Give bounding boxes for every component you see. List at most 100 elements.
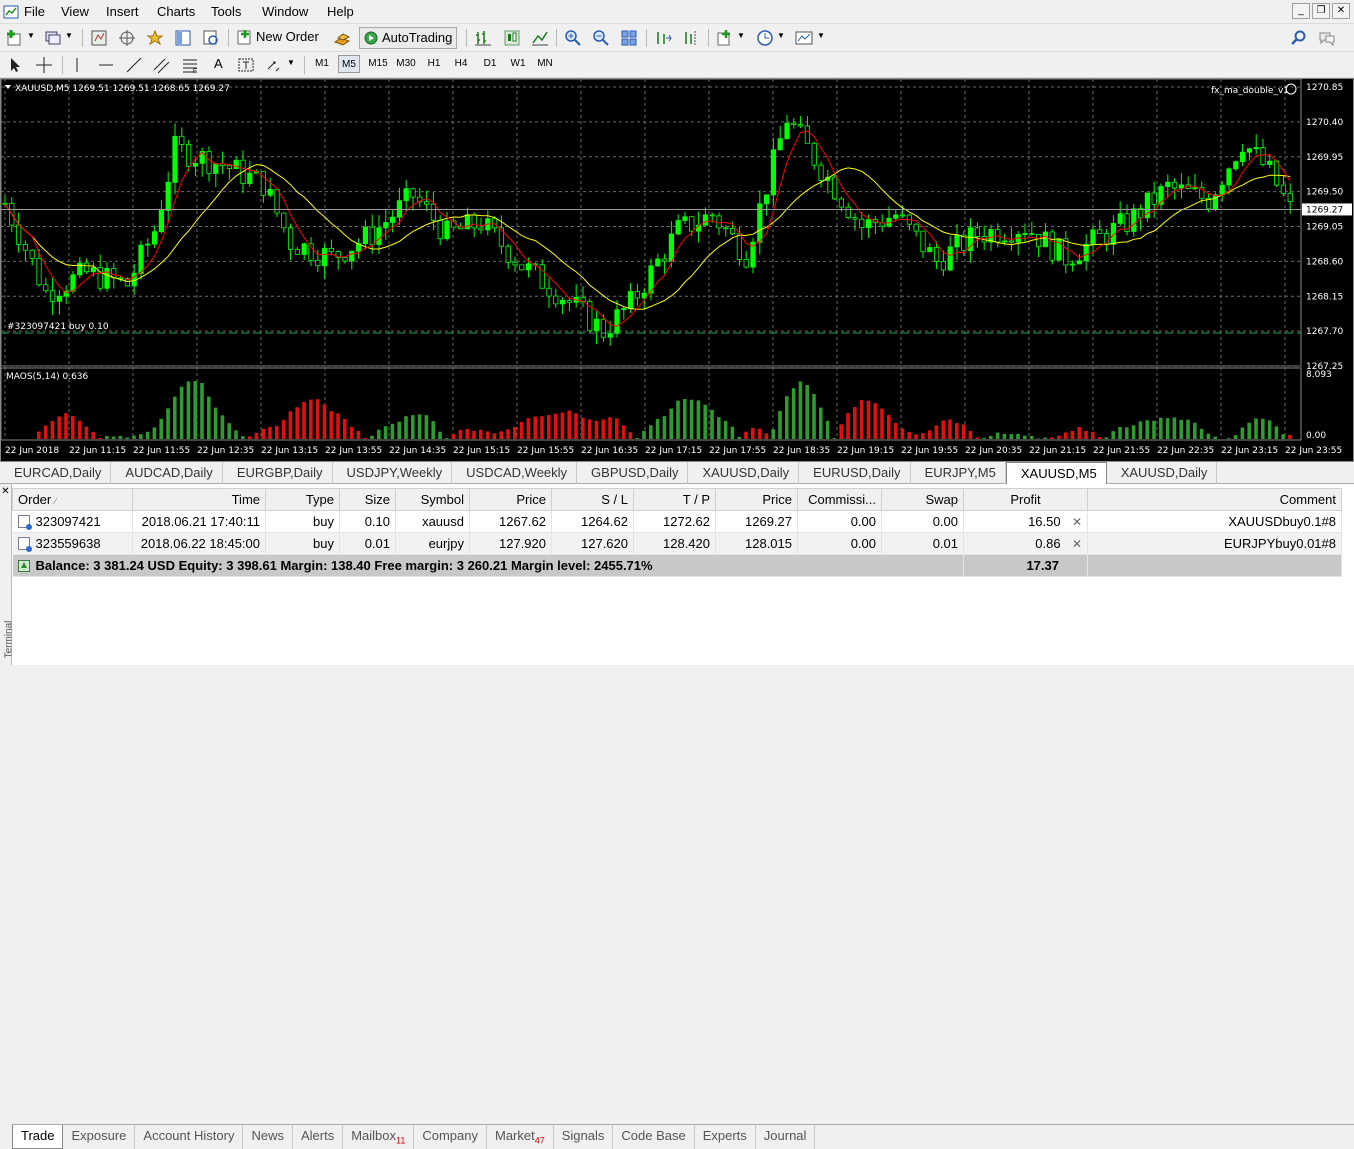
minimize-button[interactable]: _ (1292, 3, 1310, 19)
chevron-down-icon[interactable]: ▼ (27, 31, 35, 40)
column-header[interactable]: Size (340, 489, 396, 511)
close-button[interactable]: ✕ (1332, 3, 1350, 19)
timeframe-m30[interactable]: M30 (394, 55, 418, 73)
chart-tab[interactable]: EURJPY,M5 (911, 462, 1006, 484)
chevron-down-icon[interactable]: ▼ (777, 31, 785, 40)
column-header[interactable]: Price (716, 489, 798, 511)
chart-tab[interactable]: GBPUSD,Daily (577, 462, 688, 484)
chart-tab[interactable]: EURCAD,Daily (0, 462, 111, 484)
chart-tab[interactable]: XAUUSD,Daily (688, 462, 799, 484)
terminal-tab-code-base[interactable]: Code Base (613, 1125, 694, 1149)
gold-bars-icon[interactable] (333, 29, 351, 47)
column-header[interactable]: Symbol (396, 489, 470, 511)
bar-chart-icon[interactable] (474, 29, 492, 47)
terminal-tab-company[interactable]: Company (414, 1125, 487, 1149)
column-header[interactable]: Price (470, 489, 552, 511)
timeframe-mn[interactable]: MN (534, 55, 556, 73)
data-window-icon[interactable] (174, 29, 192, 47)
timeframe-w1[interactable]: W1 (507, 55, 529, 73)
timeframe-m15[interactable]: M15 (366, 55, 390, 73)
price-chart[interactable]: 1270.851270.401269.951269.501269.051268.… (0, 78, 1354, 462)
terminal-tab-alerts[interactable]: Alerts (293, 1125, 343, 1149)
chevron-down-icon[interactable]: ▼ (65, 31, 73, 40)
cursor-icon[interactable] (6, 56, 24, 74)
horizontal-line-icon[interactable] (97, 56, 115, 74)
terminal-tab-news[interactable]: News (243, 1125, 293, 1149)
column-header[interactable]: T / P (634, 489, 716, 511)
timeframe-d1[interactable]: D1 (479, 55, 501, 73)
column-header[interactable]: S / L (552, 489, 634, 511)
column-header[interactable]: Order ⁄ (13, 489, 133, 511)
text-tool[interactable]: A (214, 56, 223, 71)
timeframe-m1[interactable]: M1 (311, 55, 333, 73)
arrows-icon[interactable] (265, 56, 283, 74)
indicators-icon[interactable] (716, 29, 734, 47)
column-header[interactable]: Commissi... (798, 489, 882, 511)
column-header[interactable]: Profit (964, 489, 1088, 511)
chart-shift-icon[interactable] (682, 29, 700, 47)
crosshair-icon[interactable] (35, 56, 53, 74)
terminal-tab-signals[interactable]: Signals (554, 1125, 614, 1149)
market-watch-icon[interactable] (90, 29, 108, 47)
text-label-icon[interactable] (237, 56, 255, 74)
trendline-icon[interactable] (125, 56, 143, 74)
menu-help[interactable]: Help (327, 4, 354, 19)
chevron-down-icon[interactable]: ▼ (287, 58, 295, 67)
chart-canvas[interactable]: 1270.851270.401269.951269.501269.051268.… (1, 79, 1353, 461)
chart-tab[interactable]: XAUUSD,Daily (1107, 462, 1218, 484)
chart-tab[interactable]: EURGBP,Daily (223, 462, 333, 484)
terminal-tab-journal[interactable]: Journal (756, 1125, 816, 1149)
table-row[interactable]: 3230974212018.06.21 17:40:11buy0.10xauus… (13, 511, 1342, 533)
candlesticks-icon[interactable] (503, 29, 521, 47)
new-chart-icon[interactable] (6, 29, 24, 47)
auto-scroll-icon[interactable] (654, 29, 672, 47)
menu-insert[interactable]: Insert (106, 4, 139, 19)
menu-view[interactable]: View (61, 4, 89, 19)
zoom-in-icon[interactable] (564, 29, 582, 47)
periods-clock-icon[interactable] (756, 29, 774, 47)
strategy-tester-icon[interactable] (202, 29, 220, 47)
column-header[interactable]: Swap (882, 489, 964, 511)
menu-charts[interactable]: Charts (157, 4, 195, 19)
column-header[interactable]: Type (266, 489, 340, 511)
close-order-icon[interactable]: ✕ (1069, 537, 1082, 551)
fibonacci-icon[interactable]: F (181, 56, 199, 74)
new-order-button[interactable]: New Order (234, 27, 323, 49)
autotrading-button[interactable]: AutoTrading (359, 27, 457, 49)
chart-tab[interactable]: AUDCAD,Daily (111, 462, 222, 484)
close-order-icon[interactable]: ✕ (1069, 515, 1082, 529)
chart-tab[interactable]: EURUSD,Daily (799, 462, 910, 484)
terminal-tab-trade[interactable]: Trade (12, 1125, 63, 1149)
terminal-tab-experts[interactable]: Experts (695, 1125, 756, 1149)
chevron-down-icon[interactable]: ▼ (817, 31, 825, 40)
menu-tools[interactable]: Tools (211, 4, 241, 19)
zoom-out-icon[interactable] (592, 29, 610, 47)
profiles-icon[interactable] (44, 29, 62, 47)
restore-button[interactable]: ❐ (1312, 3, 1330, 19)
line-chart-icon[interactable] (531, 29, 549, 47)
chart-tab[interactable]: USDCAD,Weekly (452, 462, 577, 484)
navigator-icon[interactable] (118, 29, 136, 47)
column-header[interactable]: Time (133, 489, 266, 511)
close-icon[interactable]: ✕ (0, 486, 11, 497)
terminal-tab-account-history[interactable]: Account History (135, 1125, 243, 1149)
tile-windows-icon[interactable] (620, 29, 638, 47)
search-icon[interactable] (1290, 29, 1308, 47)
menu-file[interactable]: File (24, 4, 45, 19)
terminal-tab-mailbox[interactable]: Mailbox11 (343, 1125, 414, 1149)
chart-tab[interactable]: USDJPY,Weekly (333, 462, 453, 484)
table-row[interactable]: 3235596382018.06.22 18:45:00buy0.01eurjp… (13, 533, 1342, 555)
equidistant-channel-icon[interactable] (153, 56, 171, 74)
terminal-tab-exposure[interactable]: Exposure (63, 1125, 135, 1149)
chevron-down-icon[interactable]: ▼ (737, 31, 745, 40)
timeframe-m5[interactable]: M5 (338, 55, 360, 73)
terminal-tab-market[interactable]: Market47 (487, 1125, 554, 1149)
column-header[interactable]: Comment (1088, 489, 1342, 511)
timeframe-h4[interactable]: H4 (450, 55, 472, 73)
chart-tab[interactable]: XAUUSD,M5 (1006, 462, 1107, 484)
timeframe-h1[interactable]: H1 (423, 55, 445, 73)
chat-icon[interactable] (1318, 29, 1336, 47)
favorites-icon[interactable] (146, 29, 164, 47)
vertical-line-icon[interactable] (68, 56, 86, 74)
templates-icon[interactable] (795, 29, 813, 47)
